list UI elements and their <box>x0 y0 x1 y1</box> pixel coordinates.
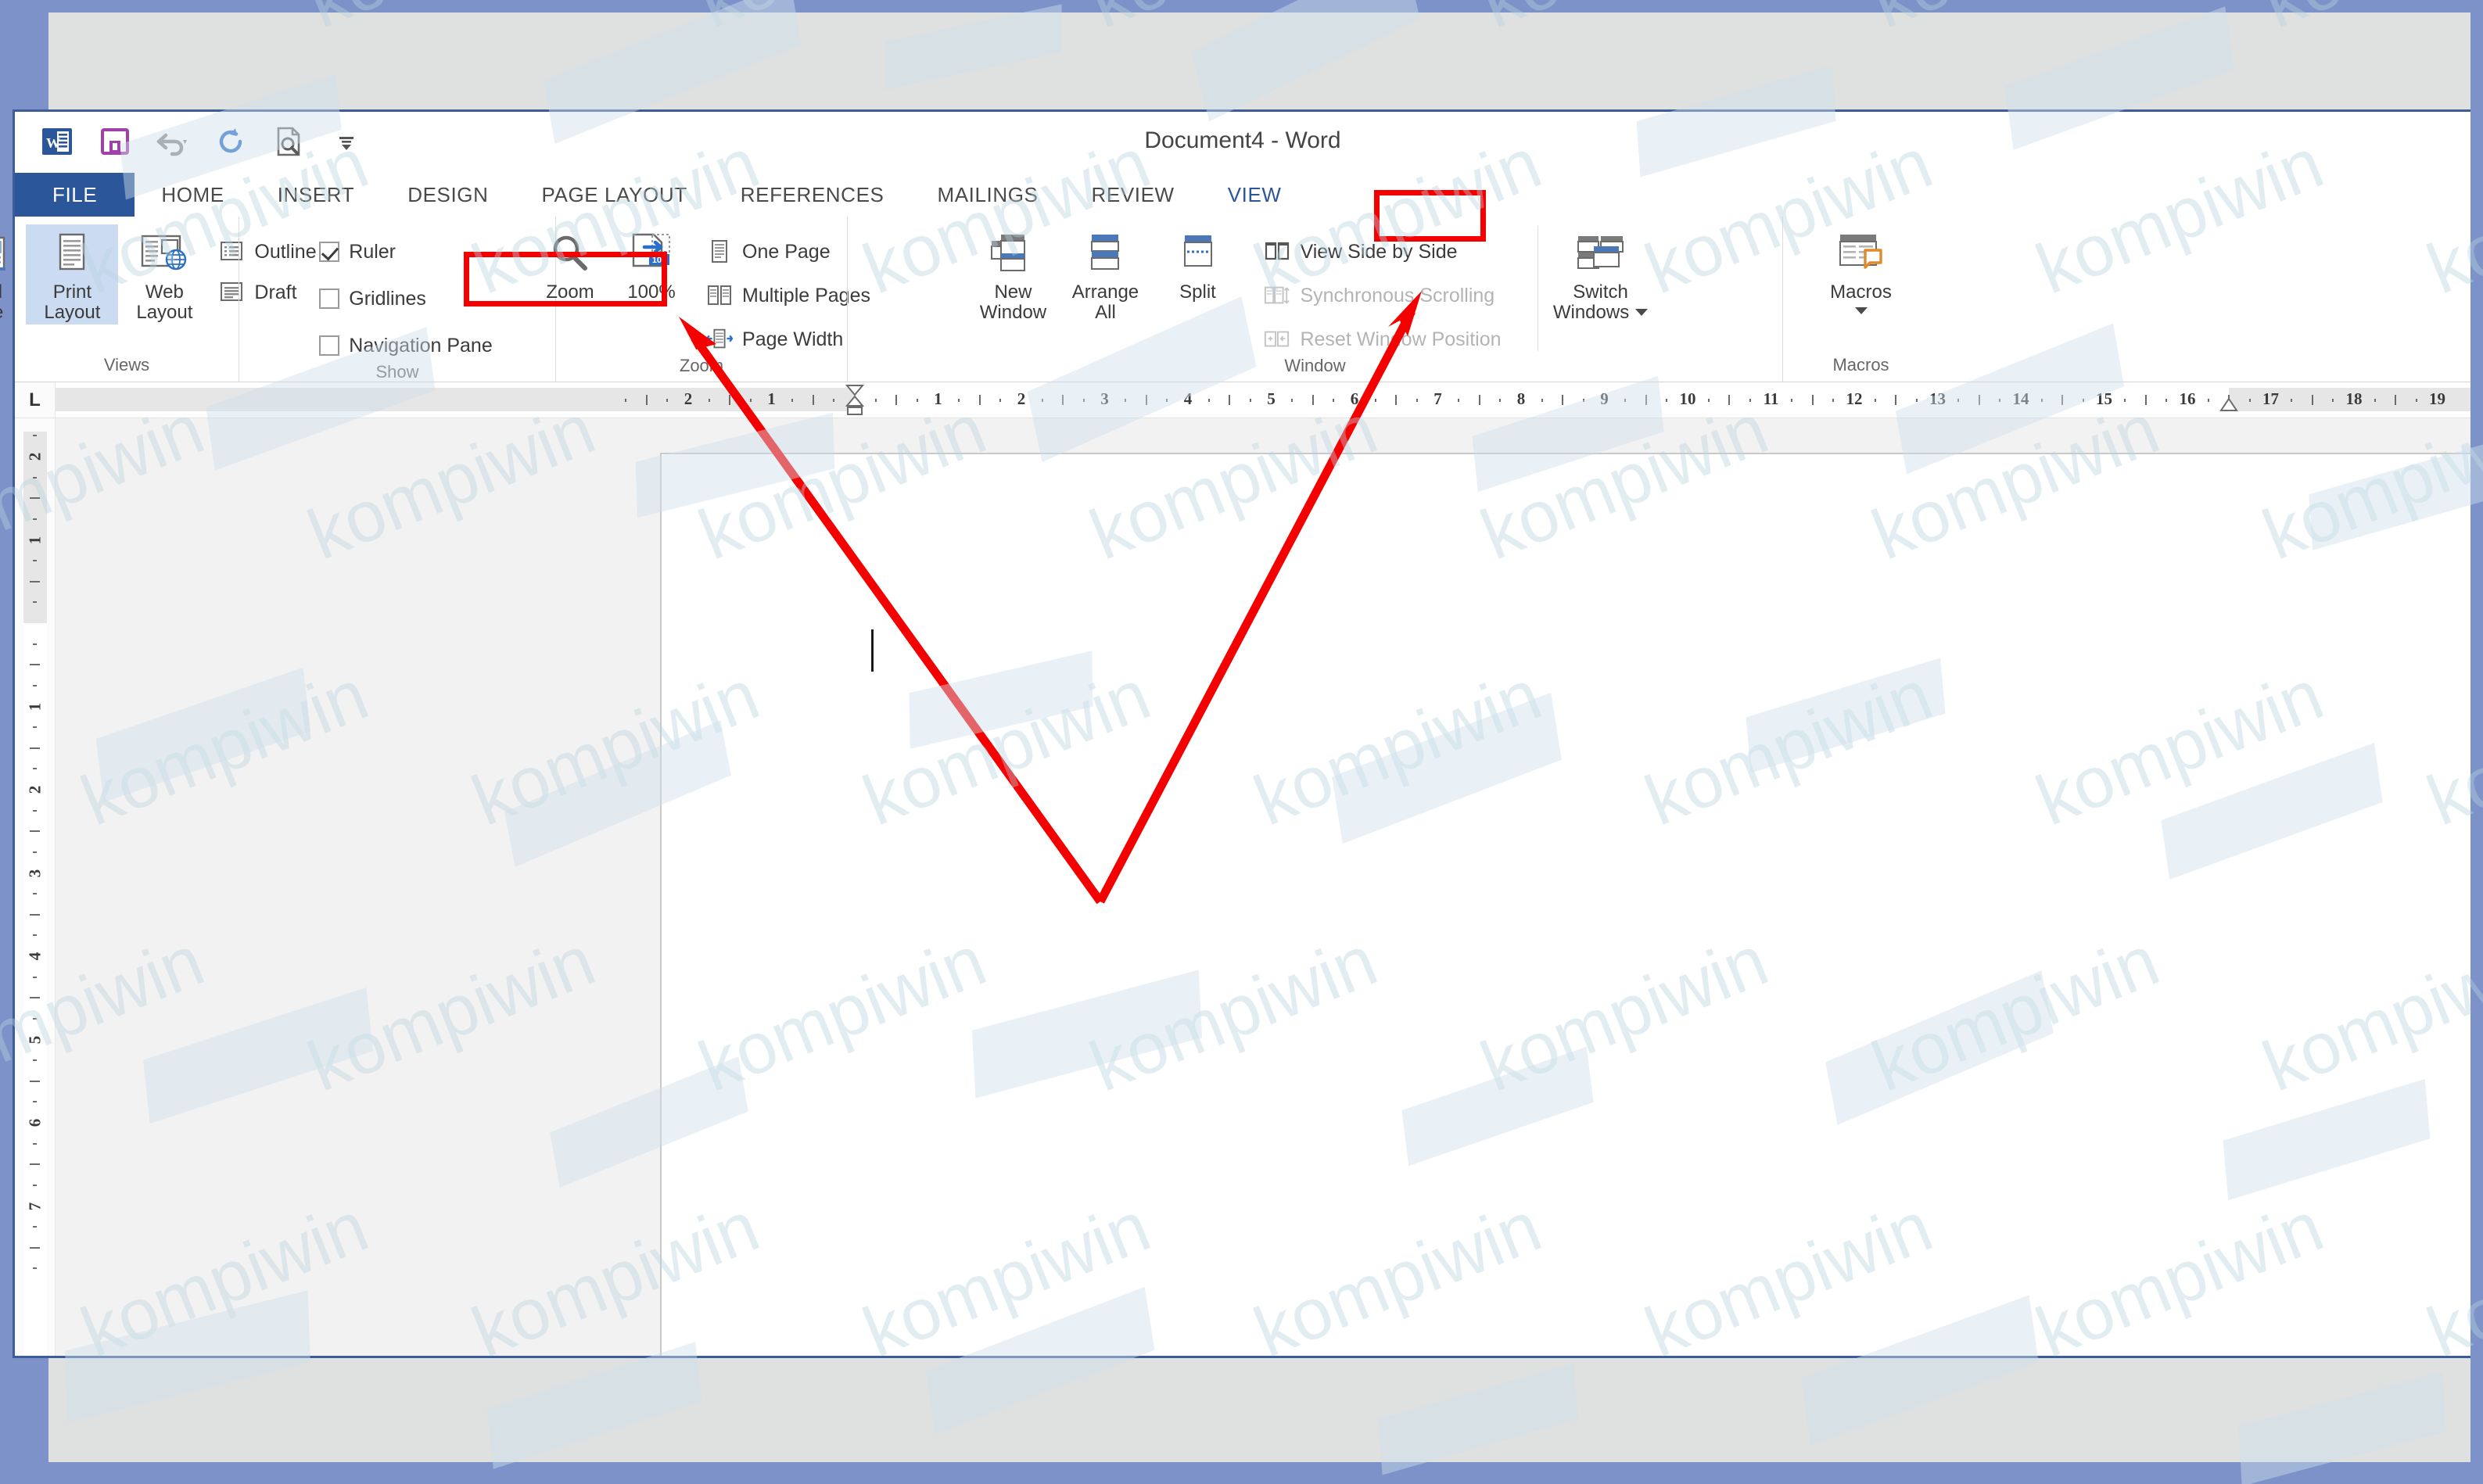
arrow-left-shaft <box>691 335 1104 905</box>
annotation-box-view-tab <box>1374 190 1486 242</box>
arrow-right-head <box>1388 291 1422 336</box>
annotation-arrows <box>679 291 1422 905</box>
arrow-right-shaft <box>1096 309 1416 904</box>
annotation-box-ruler <box>464 252 667 306</box>
